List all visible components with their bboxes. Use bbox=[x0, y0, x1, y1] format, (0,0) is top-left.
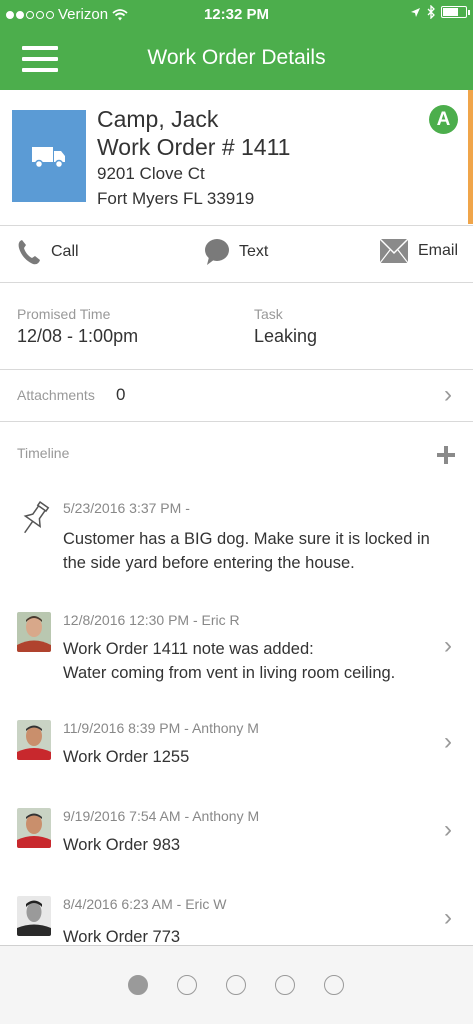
task-label: Task bbox=[254, 306, 283, 322]
address-line-1: 9201 Clove Ct bbox=[97, 164, 205, 183]
status-accent-bar bbox=[468, 90, 473, 224]
avatar bbox=[17, 896, 51, 936]
timeline-item: 5/23/2016 3:37 PM - Customer has a BIG d… bbox=[0, 478, 473, 602]
call-label: Call bbox=[51, 243, 79, 260]
avatar bbox=[17, 720, 51, 760]
page-dot-5[interactable] bbox=[324, 975, 344, 995]
timeline-date: 12/8/2016 12:30 PM bbox=[63, 612, 190, 628]
phone-icon bbox=[18, 240, 40, 265]
timeline-header: Timeline bbox=[0, 422, 473, 478]
timeline-text-line2: Water coming from vent in living room ce… bbox=[63, 664, 396, 682]
work-order-number: Work Order # 1411 bbox=[97, 134, 291, 160]
navigation-bar: Work Order Details bbox=[0, 30, 473, 90]
page-dot-4[interactable] bbox=[275, 975, 295, 995]
envelope-icon bbox=[379, 238, 409, 264]
address-line-2: Fort Myers FL 33919 bbox=[97, 189, 255, 208]
chevron-right-icon: › bbox=[444, 904, 452, 931]
battery-icon bbox=[441, 6, 470, 18]
timeline-author: - Anthony M bbox=[184, 808, 260, 824]
work-order-info: Promised Time 12/08 - 1:00pm Task Leakin… bbox=[0, 283, 473, 370]
timeline-author: - Anthony M bbox=[184, 720, 259, 736]
timeline-item[interactable]: 11/9/2016 8:39 PM - Anthony M Work Order… bbox=[0, 714, 473, 802]
chevron-right-icon: › bbox=[444, 816, 452, 843]
clock: 12:32 PM bbox=[203, 6, 270, 23]
timeline-label: Timeline bbox=[17, 445, 70, 461]
status-bar: Verizon 12:32 PM bbox=[0, 0, 473, 30]
attachments-count: 0 bbox=[116, 385, 126, 404]
truck-icon bbox=[12, 110, 86, 202]
avatar bbox=[17, 612, 51, 652]
chevron-right-icon: › bbox=[444, 381, 452, 408]
timeline-text-line1: Work Order 773 bbox=[63, 928, 181, 945]
timeline-item[interactable]: 12/8/2016 12:30 PM - Eric R Work Order 1… bbox=[0, 602, 473, 714]
timeline-text-line1: Customer has a BIG dog. Make sure it is … bbox=[63, 530, 430, 548]
text-label: Text bbox=[239, 243, 269, 260]
email-label: Email bbox=[418, 242, 459, 259]
timeline-author: - bbox=[185, 500, 190, 516]
call-button[interactable]: Call bbox=[16, 238, 79, 266]
chevron-right-icon: › bbox=[444, 632, 452, 659]
text-button[interactable]: Text bbox=[204, 238, 268, 266]
avatar bbox=[17, 808, 51, 848]
bluetooth-icon bbox=[427, 5, 435, 19]
status-icons bbox=[410, 5, 470, 19]
page-indicator-bar bbox=[0, 945, 473, 1024]
chat-bubble-icon bbox=[205, 239, 229, 265]
promised-time-label: Promised Time bbox=[17, 306, 111, 322]
timeline-text-line1: Work Order 1255 bbox=[63, 748, 190, 766]
page-dot-1[interactable] bbox=[128, 975, 148, 995]
promised-time-value: 12/08 - 1:00pm bbox=[17, 326, 139, 346]
priority-badge: A bbox=[429, 105, 458, 134]
customer-card: Camp, Jack Work Order # 1411 9201 Clove … bbox=[0, 90, 473, 226]
customer-name: Camp, Jack bbox=[97, 106, 219, 132]
timeline-list: 5/23/2016 3:37 PM - Customer has a BIG d… bbox=[0, 478, 473, 945]
pushpin-icon bbox=[23, 500, 50, 534]
timeline-date: 9/19/2016 7:54 AM bbox=[63, 808, 181, 824]
page-dot-2[interactable] bbox=[177, 975, 197, 995]
task-value: Leaking bbox=[254, 326, 318, 346]
timeline-text-line1: Work Order 983 bbox=[63, 836, 181, 854]
timeline-item[interactable]: 8/4/2016 6:23 AM - Eric W Work Order 773… bbox=[0, 890, 473, 945]
timeline-author: - Eric W bbox=[176, 896, 227, 912]
timeline-date: 5/23/2016 3:37 PM bbox=[63, 500, 182, 516]
chevron-right-icon: › bbox=[444, 728, 452, 755]
timeline-text-line1: Work Order 1411 note was added: bbox=[63, 640, 314, 658]
timeline-item[interactable]: 9/19/2016 7:54 AM - Anthony M Work Order… bbox=[0, 802, 473, 890]
page-title: Work Order Details bbox=[147, 46, 326, 69]
contact-actions: Call Text Email bbox=[0, 226, 473, 283]
attachments-label: Attachments bbox=[17, 387, 95, 403]
email-button[interactable]: Email bbox=[379, 238, 458, 264]
page-dot-3[interactable] bbox=[226, 975, 246, 995]
attachments-row[interactable]: Attachments 0 › bbox=[0, 370, 473, 422]
timeline-text-line2: the side yard before entering the house. bbox=[63, 554, 355, 572]
add-icon[interactable] bbox=[437, 446, 455, 464]
timeline-date: 8/4/2016 6:23 AM bbox=[63, 896, 173, 912]
timeline-author: - Eric R bbox=[193, 612, 240, 628]
timeline-date: 11/9/2016 8:39 PM bbox=[63, 720, 181, 736]
location-arrow-icon bbox=[411, 7, 420, 17]
